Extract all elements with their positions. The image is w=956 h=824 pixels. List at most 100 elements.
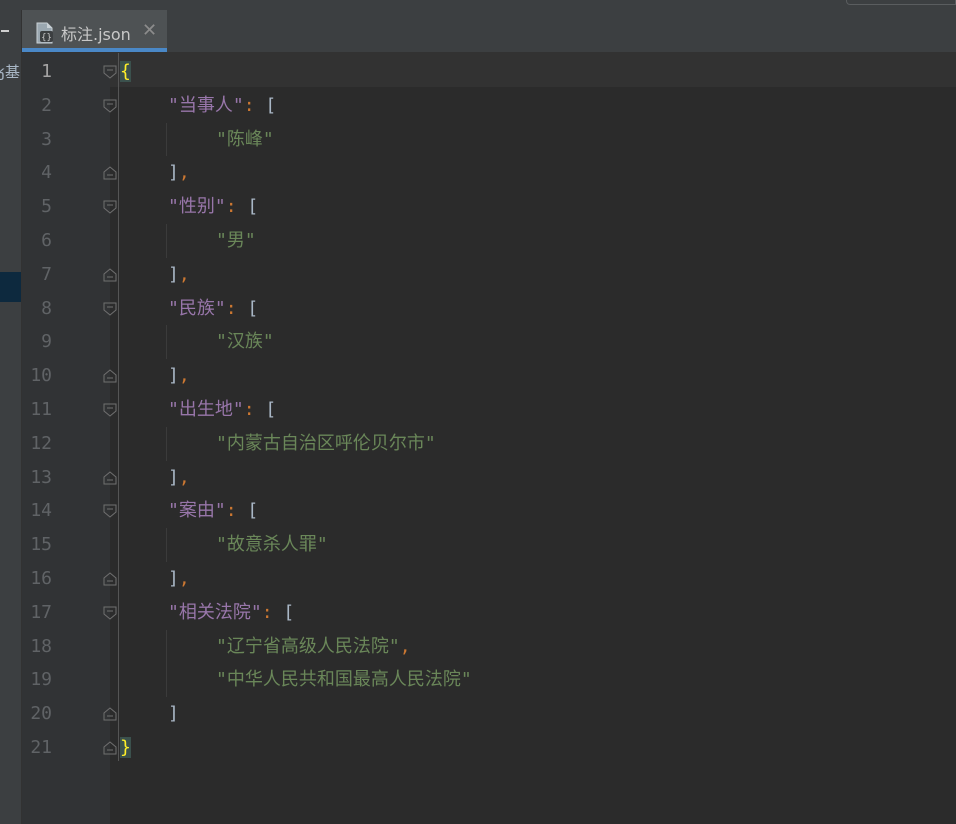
line-number: 6 — [41, 230, 52, 251]
json-key: "当事人" — [168, 94, 244, 116]
json-string-value: "汉族" — [216, 331, 274, 353]
line-number: 11 — [30, 399, 52, 420]
line-number: 5 — [41, 196, 52, 218]
indent-guide — [166, 629, 167, 664]
current-line-highlight — [110, 53, 956, 87]
line-number: 21 — [30, 737, 52, 758]
fold-open-icon[interactable] — [102, 402, 118, 418]
open-bracket: [ — [236, 196, 259, 218]
fold-close-icon[interactable] — [102, 470, 118, 486]
line-number: 16 — [30, 568, 52, 589]
svg-text:{}: {} — [41, 33, 52, 43]
comma: , — [399, 635, 411, 657]
indent-guide — [166, 122, 167, 157]
code-line: ], — [168, 359, 190, 393]
close-icon[interactable]: ✕ — [142, 20, 157, 41]
close-bracket: ] — [168, 466, 179, 488]
fold-open-icon[interactable] — [102, 199, 118, 215]
code-editor[interactable]: 1{2 "当事人": [3 "陈峰" 4], 5 "性别": [6 "男" 7], 8 "民族":… — [22, 53, 956, 824]
fold-open-icon[interactable] — [102, 605, 118, 621]
fold-open-icon[interactable] — [102, 98, 118, 114]
project-tree-clipped-label: ӄ基 — [0, 63, 21, 81]
fold-close-icon[interactable] — [102, 706, 118, 722]
json-string-value: "男" — [216, 230, 256, 251]
line-number: 17 — [30, 601, 52, 623]
indent-guide — [166, 663, 167, 698]
fold-close-icon[interactable] — [102, 267, 118, 283]
code-line: ], — [168, 562, 190, 596]
colon: : — [225, 196, 237, 218]
colon: : — [225, 500, 237, 522]
code-line: ], — [168, 156, 190, 190]
code-line: ], — [168, 258, 190, 292]
tab-json-file[interactable]: {} 标注.json ✕ — [22, 10, 167, 52]
line-number: 12 — [30, 432, 52, 454]
indent-guide — [166, 325, 167, 360]
minimize-icon[interactable] — [1, 30, 9, 32]
close-bracket: ] — [168, 365, 179, 387]
fold-open-icon[interactable] — [102, 301, 118, 317]
code-line: "故意杀人罪" — [216, 528, 328, 562]
code-line: "民族": [ — [168, 292, 258, 326]
indent-guide — [166, 426, 167, 461]
fold-close-icon[interactable] — [102, 740, 118, 756]
line-number: 9 — [41, 331, 52, 353]
code-line: "陈峰" — [216, 123, 274, 157]
close-bracket: ] — [168, 568, 179, 589]
comma: , — [178, 568, 190, 589]
colon: : — [261, 601, 273, 623]
editor-tab-bar: {} 标注.json ✕ — [22, 10, 956, 53]
project-panel-edge[interactable]: ӄ基 — [0, 10, 22, 824]
line-number: 20 — [30, 703, 52, 725]
json-string-value: "故意杀人罪" — [216, 534, 328, 556]
close-bracket: ] — [168, 703, 179, 725]
json-string-value: "内蒙古自治区呼伦贝尔市" — [216, 432, 436, 454]
tab-active-underline — [22, 48, 167, 52]
code-line: "案由": [ — [168, 494, 258, 528]
line-number: 15 — [30, 534, 52, 556]
code-line: { — [120, 55, 131, 89]
line-number: 4 — [41, 162, 52, 184]
fold-open-icon[interactable] — [102, 64, 118, 80]
colon: : — [243, 399, 255, 420]
comma: , — [178, 466, 190, 488]
code-line: "相关法院": [ — [168, 596, 294, 630]
open-brace: { — [120, 61, 131, 82]
project-tree-selection — [0, 272, 21, 302]
top-toolbar — [0, 0, 956, 10]
fold-close-icon[interactable] — [102, 165, 118, 181]
open-bracket: [ — [236, 500, 259, 522]
tab-label: 标注.json — [61, 25, 131, 44]
code-line: "辽宁省高级人民法院", — [216, 630, 411, 664]
line-number: 18 — [30, 635, 52, 657]
code-line: "汉族" — [216, 325, 274, 359]
line-number: 1 — [41, 61, 52, 82]
line-number: 2 — [41, 94, 52, 116]
json-key: "案由" — [168, 500, 226, 522]
indent-guide — [166, 528, 167, 562]
json-string-value: "中华人民共和国最高人民法院" — [216, 669, 472, 691]
json-string-value: "陈峰" — [216, 128, 274, 150]
fold-close-icon[interactable] — [102, 368, 118, 384]
search-box-edge[interactable] — [846, 0, 956, 5]
json-key: "相关法院" — [168, 601, 262, 623]
close-brace: } — [120, 737, 131, 758]
code-line: ], — [168, 461, 190, 495]
comma: , — [178, 365, 190, 387]
open-bracket: [ — [254, 94, 277, 116]
line-number: 13 — [30, 466, 52, 488]
fold-open-icon[interactable] — [102, 503, 118, 519]
json-key: "性别" — [168, 196, 226, 218]
code-line: "出生地": [ — [168, 393, 276, 427]
line-number: 7 — [41, 263, 52, 285]
line-number: 14 — [30, 500, 52, 522]
json-file-icon: {} — [35, 22, 55, 44]
line-number: 10 — [30, 365, 52, 387]
indent-guide — [166, 224, 167, 258]
close-bracket: ] — [168, 162, 179, 184]
fold-close-icon[interactable] — [102, 571, 118, 587]
line-number: 8 — [41, 297, 52, 319]
close-bracket: ] — [168, 263, 179, 285]
json-key: "民族" — [168, 297, 226, 319]
code-line: "性别": [ — [168, 190, 258, 224]
